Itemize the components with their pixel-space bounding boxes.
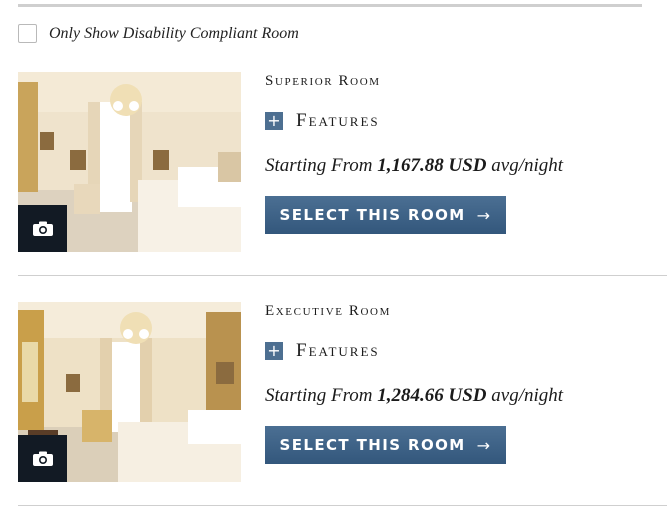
photo-gallery-button[interactable] xyxy=(18,435,67,482)
arrow-right-icon: → xyxy=(476,435,492,455)
room-price: Starting From 1,284.66 USD avg/night xyxy=(265,385,563,407)
disability-checkbox[interactable] xyxy=(18,24,37,43)
room-title: Superior Room xyxy=(265,73,381,89)
disability-filter-label: Only Show Disability Compliant Room xyxy=(49,24,299,42)
room-divider xyxy=(18,505,667,506)
features-toggle[interactable]: + Features xyxy=(265,340,380,362)
top-divider xyxy=(18,4,642,7)
features-toggle[interactable]: + Features xyxy=(265,110,380,132)
room-photo[interactable] xyxy=(18,72,241,252)
disability-filter[interactable]: Only Show Disability Compliant Room xyxy=(18,24,299,43)
room-card: Executive Room + Features Starting From … xyxy=(18,302,667,484)
arrow-right-icon: → xyxy=(476,205,492,225)
camera-icon xyxy=(32,451,53,466)
price-suffix: avg/night xyxy=(491,385,564,406)
photo-gallery-button[interactable] xyxy=(18,205,67,252)
select-room-button[interactable]: SELECT THIS ROOM → xyxy=(265,196,506,234)
price-amount: 1,284.66 USD xyxy=(377,385,487,406)
room-price: Starting From 1,167.88 USD avg/night xyxy=(265,155,563,177)
price-prefix: Starting From xyxy=(265,155,373,176)
features-label: Features xyxy=(296,340,380,361)
select-room-label: SELECT THIS ROOM xyxy=(279,206,466,224)
plus-icon: + xyxy=(265,112,283,130)
price-amount: 1,167.88 USD xyxy=(377,155,487,176)
price-suffix: avg/night xyxy=(491,155,564,176)
room-card: Superior Room + Features Starting From 1… xyxy=(18,72,667,254)
plus-icon: + xyxy=(265,342,283,360)
room-photo[interactable] xyxy=(18,302,241,482)
room-title: Executive Room xyxy=(265,303,391,319)
select-room-button[interactable]: SELECT THIS ROOM → xyxy=(265,426,506,464)
select-room-label: SELECT THIS ROOM xyxy=(279,436,466,454)
price-prefix: Starting From xyxy=(265,385,373,406)
camera-icon xyxy=(32,221,53,236)
features-label: Features xyxy=(296,110,380,131)
room-divider xyxy=(18,275,667,276)
